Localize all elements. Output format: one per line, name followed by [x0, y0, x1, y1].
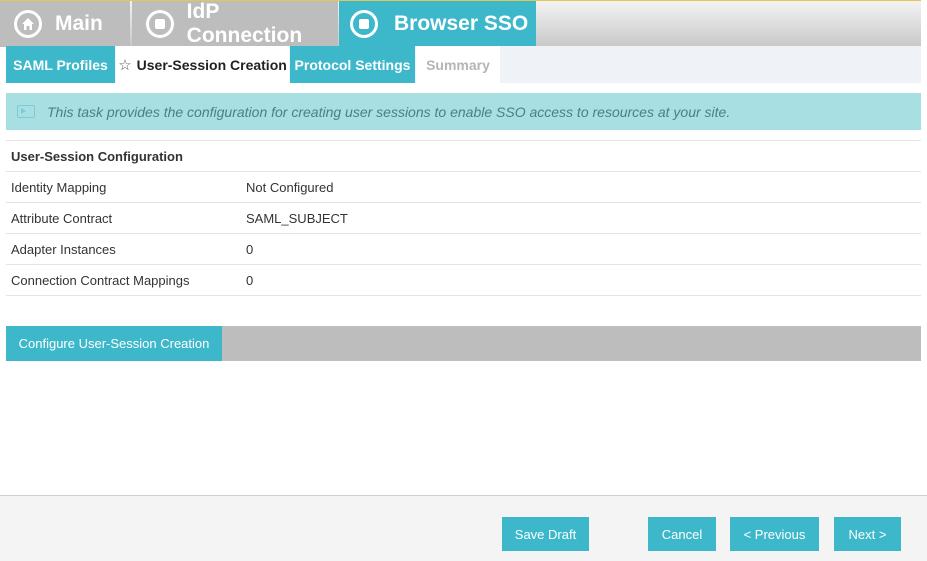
configure-bar: Configure User-Session Creation: [6, 326, 921, 361]
tab-idp-label: IdP Connection: [186, 0, 303, 47]
subtab-user-session-label: User-Session Creation: [136, 56, 287, 73]
stop-icon: [350, 10, 378, 38]
table-row: Identity Mapping Not Configured: [6, 172, 921, 203]
row-label: Attribute Contract: [11, 210, 113, 226]
table-row: Attribute Contract SAML_SUBJECT: [6, 203, 921, 234]
row-label: Connection Contract Mappings: [11, 272, 190, 288]
table-row: Adapter Instances 0: [6, 234, 921, 265]
sub-tab-bar: SAML Profiles ☆ User-Session Creation Pr…: [6, 46, 921, 83]
subtab-user-session-creation[interactable]: ☆ User-Session Creation: [116, 46, 289, 83]
subtab-saml-profiles[interactable]: SAML Profiles: [6, 46, 115, 83]
top-tab-bar: Main IdP Connection Browser SSO: [0, 0, 921, 47]
row-value: 0: [246, 241, 254, 257]
row-label: Adapter Instances: [11, 241, 116, 257]
tab-browser-sso[interactable]: Browser SSO: [339, 1, 536, 47]
subtab-protocol-settings[interactable]: Protocol Settings: [290, 46, 415, 83]
stop-icon: [146, 10, 174, 38]
configure-user-session-button[interactable]: Configure User-Session Creation: [6, 326, 222, 361]
row-label: Identity Mapping: [11, 179, 107, 195]
next-button[interactable]: Next >: [834, 517, 901, 551]
info-banner: This task provides the configuration for…: [6, 93, 921, 130]
footer-bar: Save Draft Cancel < Previous Next >: [0, 495, 927, 561]
subtab-summary: Summary: [416, 46, 500, 83]
row-value: 0: [246, 272, 254, 288]
tab-main[interactable]: Main: [0, 1, 130, 47]
row-value: SAML_SUBJECT: [246, 210, 348, 226]
tab-sso-label: Browser SSO: [394, 12, 529, 35]
config-heading: User-Session Configuration: [11, 148, 183, 164]
star-icon: ☆: [118, 56, 132, 74]
config-table: User-Session Configuration Identity Mapp…: [6, 140, 921, 296]
config-heading-row: User-Session Configuration: [6, 141, 921, 172]
subtab-protocol-label: Protocol Settings: [294, 56, 411, 73]
home-icon: [14, 10, 42, 38]
info-text: This task provides the configuration for…: [47, 103, 731, 120]
table-row: Connection Contract Mappings 0: [6, 265, 921, 296]
cancel-button[interactable]: Cancel: [648, 517, 716, 551]
tab-main-label: Main: [55, 12, 103, 35]
subtab-summary-label: Summary: [426, 56, 490, 73]
tab-idp-connection[interactable]: IdP Connection: [132, 0, 338, 47]
subtab-saml-label: SAML Profiles: [13, 56, 108, 73]
info-icon: [17, 105, 35, 118]
save-draft-button[interactable]: Save Draft: [502, 517, 589, 551]
app-window: Main IdP Connection Browser SSO SAML Pro…: [0, 0, 927, 561]
previous-button[interactable]: < Previous: [730, 517, 819, 551]
row-value: Not Configured: [246, 179, 334, 195]
